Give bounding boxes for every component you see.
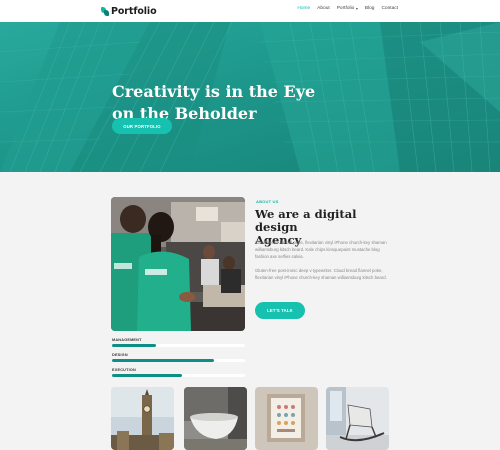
nav-blog[interactable]: Blog [365, 6, 375, 11]
rocking-chair-photo [326, 387, 389, 450]
nav-about-label: About [317, 6, 330, 11]
nav-home[interactable]: Home [297, 6, 310, 11]
nav-portfolio[interactable]: Portfolio ▾ [337, 6, 358, 11]
about-paragraph-2: Gluten-free post-ironic deep v typewrite… [255, 268, 387, 280]
skill-fill [112, 359, 215, 362]
framed-art-photo [255, 387, 318, 450]
nav-contact-label: Contact [381, 6, 398, 11]
skill-design: DESIGN [112, 353, 245, 363]
bathtub-photo [184, 387, 247, 450]
nav-about[interactable]: About [317, 6, 330, 11]
nav-contact[interactable]: Contact [381, 6, 398, 11]
clock-tower-photo [111, 387, 174, 450]
skill-track [112, 344, 245, 347]
gallery-item-framed-art[interactable] [255, 387, 318, 450]
skill-label: DESIGN [112, 353, 128, 357]
team-photo-image [111, 197, 245, 331]
skill-track [112, 374, 245, 377]
gallery-item-bathtub[interactable] [184, 387, 247, 450]
gallery-item-rocking-chair[interactable] [326, 387, 389, 450]
logo-mark-icon [101, 6, 109, 16]
chevron-down-icon: ▾ [355, 6, 358, 11]
brand-logo[interactable]: Portfolio [101, 4, 157, 18]
main-nav: Home About Portfolio ▾ Blog Contact [297, 6, 398, 11]
lets-talk-button[interactable]: LET'S TALK [255, 302, 305, 319]
nav-portfolio-label: Portfolio [336, 6, 355, 11]
team-photo [111, 197, 245, 331]
skill-execution: EXECUTION [112, 368, 245, 378]
nav-home-label: Home [297, 6, 311, 11]
skill-track [112, 359, 245, 362]
gallery-item-clock-tower[interactable] [111, 387, 174, 450]
skill-management: MANAGEMENT [112, 338, 245, 348]
brand-name: Portfolio [111, 5, 157, 17]
nav-blog-label: Blog [364, 6, 375, 11]
skill-fill [112, 374, 183, 377]
about-title-line-1: We are a digital design [255, 207, 357, 234]
skill-label: EXECUTION [112, 368, 136, 372]
skill-label: MANAGEMENT [112, 338, 142, 342]
section-label: ABOUT US [256, 199, 279, 204]
hero-section: Creativity is in the Eye on the Beholder [0, 22, 500, 172]
hero-title-line-1: Creativity is in the Eye [112, 82, 316, 101]
page: Portfolio Home About Portfolio ▾ Blog Con… [0, 0, 500, 450]
skill-fill [112, 344, 156, 347]
site-header: Portfolio Home About Portfolio ▾ Blog Con… [0, 0, 500, 22]
our-portfolio-button[interactable]: OUR PORTFOLIO [112, 118, 172, 134]
about-paragraph-1: Cloud bread flannel poke, flexitarian vi… [255, 240, 387, 259]
